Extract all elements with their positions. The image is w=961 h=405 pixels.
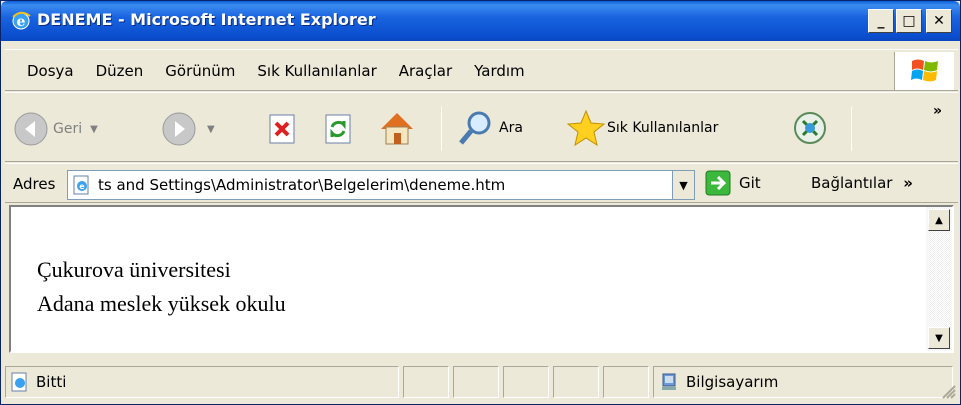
search-button[interactable]: Ara	[457, 109, 523, 147]
status-cell	[553, 366, 599, 398]
close-button[interactable]: ✕	[926, 9, 952, 33]
links-toolbar-button[interactable]: Bağlantılar »	[811, 174, 913, 192]
go-button[interactable]: Git	[705, 170, 761, 196]
forward-dropdown-icon[interactable]: ▼	[207, 124, 215, 135]
scroll-up-button[interactable]: ▲	[928, 209, 950, 231]
vertical-scrollbar[interactable]: ▲ ▼	[926, 207, 952, 351]
close-icon: ✕	[933, 13, 945, 29]
menu-yardim[interactable]: Yardım	[474, 62, 525, 80]
document-line: Çukurova üniversitesi	[37, 257, 231, 282]
svg-text:e: e	[17, 14, 26, 30]
stop-button[interactable]	[267, 113, 297, 145]
security-zone-label: Bilgisayarım	[686, 373, 779, 391]
document-area: Çukurova üniversitesi Adana meslek yükse…	[9, 205, 954, 353]
internet-explorer-icon: e	[12, 11, 31, 30]
menu-duzen[interactable]: Düzen	[96, 62, 144, 80]
go-arrow-icon	[705, 170, 731, 196]
chevron-down-icon: ▼	[679, 178, 688, 192]
back-button[interactable]: Geri ▼	[13, 111, 98, 147]
status-text-cell: Bitti	[5, 366, 399, 398]
security-zone-cell[interactable]: Bilgisayarım	[653, 366, 953, 398]
status-cell	[603, 366, 649, 398]
search-icon	[459, 111, 491, 145]
media-icon	[794, 112, 826, 144]
standard-toolbar: Geri ▼ ▼ Ara Sık Kullanılanlar »	[5, 92, 958, 162]
links-label: Bağlantılar	[811, 174, 893, 192]
document-body: Çukurova üniversitesi Adana meslek yükse…	[37, 253, 286, 321]
menu-bar: Dosya Düzen Görünüm Sık Kullanılanlar Ar…	[5, 49, 958, 91]
arrow-down-icon: ▼	[935, 332, 943, 344]
window-title: DENEME - Microsoft Internet Explorer	[37, 10, 376, 29]
address-value: ts and Settings\Administrator\Belgelerim…	[98, 176, 506, 194]
search-label: Ara	[499, 120, 523, 136]
arrow-up-icon: ▲	[935, 214, 943, 226]
browser-window: e DENEME - Microsoft Internet Explorer _…	[0, 0, 961, 405]
address-bar: Adres e ts and Settings\Administrator\Be…	[5, 163, 958, 203]
maximize-button[interactable]: □	[896, 9, 922, 33]
toolbar-overflow-button[interactable]: »	[933, 103, 942, 119]
refresh-icon	[325, 114, 351, 144]
status-cell	[403, 366, 449, 398]
links-overflow: »	[903, 174, 913, 192]
minimize-icon: _	[877, 13, 885, 29]
svg-text:e: e	[79, 182, 85, 191]
menu-araclar[interactable]: Araçlar	[399, 62, 452, 80]
favorites-button[interactable]: Sık Kullanılanlar	[567, 109, 718, 147]
page-icon: e	[73, 175, 89, 195]
maximize-icon: □	[902, 13, 916, 29]
refresh-button[interactable]	[323, 113, 353, 145]
home-button[interactable]	[377, 109, 417, 147]
status-cell	[453, 366, 499, 398]
forward-button[interactable]: ▼	[161, 111, 215, 147]
menu-dosya[interactable]: Dosya	[27, 62, 74, 80]
address-label: Adres	[13, 175, 56, 193]
star-icon	[567, 109, 605, 147]
menu-gorunum[interactable]: Görünüm	[165, 62, 235, 80]
resize-grip-icon[interactable]	[940, 383, 956, 399]
back-arrow-icon	[14, 112, 48, 146]
page-done-icon	[11, 372, 27, 392]
forward-arrow-icon	[162, 112, 196, 146]
status-text: Bitti	[36, 373, 67, 391]
scroll-down-button[interactable]: ▼	[928, 327, 950, 349]
media-button[interactable]	[791, 109, 829, 147]
computer-icon	[662, 373, 676, 390]
status-bar: Bitti Bilgisayarım	[5, 363, 958, 401]
favorites-label: Sık Kullanılanlar	[607, 120, 719, 136]
status-cell	[503, 366, 549, 398]
document-line: Adana meslek yüksek okulu	[37, 291, 286, 316]
windows-logo-icon	[894, 52, 954, 90]
go-label: Git	[739, 174, 761, 192]
home-icon	[381, 113, 413, 145]
minimize-button[interactable]: _	[868, 9, 894, 33]
title-bar[interactable]: e DENEME - Microsoft Internet Explorer _…	[1, 1, 960, 41]
menu-favorites[interactable]: Sık Kullanılanlar	[257, 62, 376, 80]
address-dropdown-button[interactable]: ▼	[672, 171, 694, 199]
back-dropdown-icon[interactable]: ▼	[90, 124, 98, 135]
address-input[interactable]: e ts and Settings\Administrator\Belgeler…	[67, 170, 695, 200]
stop-icon	[269, 114, 295, 144]
back-label: Geri	[53, 121, 83, 137]
